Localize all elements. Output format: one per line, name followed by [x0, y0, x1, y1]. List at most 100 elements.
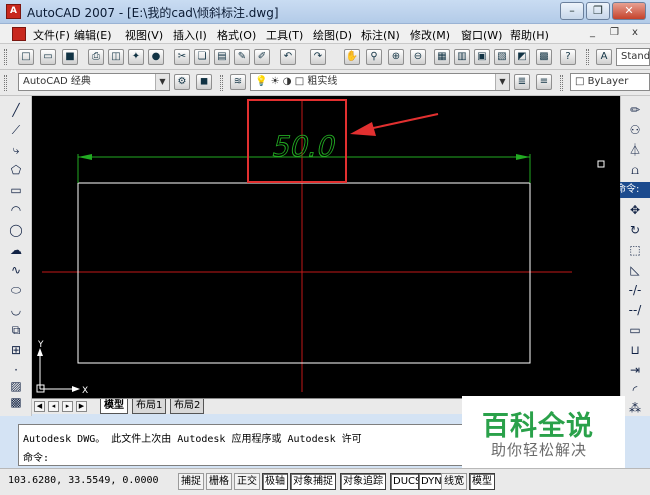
- mdi-restore-button[interactable]: ❐: [610, 27, 619, 38]
- print-preview-icon[interactable]: ◫: [108, 49, 124, 65]
- toolbar-grip[interactable]: [220, 75, 223, 91]
- stretch-icon[interactable]: ◺: [627, 262, 643, 278]
- autocad-app-icon[interactable]: A: [6, 4, 21, 19]
- workspace-save-icon[interactable]: ◼: [196, 74, 212, 90]
- point-icon[interactable]: ·: [8, 362, 24, 378]
- match-properties-icon[interactable]: ✎: [234, 49, 250, 65]
- open-file-icon[interactable]: ▭: [40, 49, 56, 65]
- offset-icon[interactable]: ⩍: [627, 162, 643, 178]
- mdi-close-button[interactable]: x: [632, 27, 638, 38]
- help-icon[interactable]: ?: [560, 49, 576, 65]
- chamfer-icon[interactable]: ⇥: [627, 362, 643, 378]
- line-icon[interactable]: ╱: [8, 102, 24, 118]
- menu-edit[interactable]: 编辑(E): [74, 27, 112, 43]
- trim-icon[interactable]: -/-: [627, 282, 643, 298]
- hatch-icon[interactable]: ▨: [8, 378, 24, 394]
- construction-line-icon[interactable]: ⟋: [8, 122, 24, 138]
- polar-toggle[interactable]: 极轴: [262, 473, 288, 490]
- scale-icon[interactable]: ⬚: [627, 242, 643, 258]
- zoom-window-icon[interactable]: ⊕: [388, 49, 404, 65]
- tool-palettes-icon[interactable]: ▣: [474, 49, 490, 65]
- layer-manager-icon[interactable]: ≋: [230, 74, 246, 90]
- menu-draw[interactable]: 绘图(D): [313, 27, 352, 43]
- minimize-button[interactable]: –: [560, 2, 584, 20]
- snap-toggle[interactable]: 捕捉: [178, 473, 204, 490]
- 3d-dwf-icon[interactable]: ●: [148, 49, 164, 65]
- new-file-icon[interactable]: □: [18, 49, 34, 65]
- undo-icon[interactable]: ↶: [280, 49, 296, 65]
- workspace-settings-icon[interactable]: ⚙: [174, 74, 190, 90]
- explode-icon[interactable]: ⁂: [627, 400, 643, 416]
- coordinate-readout[interactable]: 103.6280, 33.5549, 0.0000: [8, 475, 159, 486]
- menu-tools[interactable]: 工具(T): [266, 27, 303, 43]
- dimension-text[interactable]: 50.0: [269, 130, 340, 163]
- toolbar-grip[interactable]: [586, 49, 589, 65]
- mdi-minimize-button[interactable]: _: [590, 27, 595, 38]
- zoom-realtime-icon[interactable]: ⚲: [366, 49, 382, 65]
- tab-model[interactable]: 模型: [100, 399, 128, 414]
- extend-icon[interactable]: --/: [627, 302, 643, 318]
- ortho-toggle[interactable]: 正交: [234, 473, 260, 490]
- redo-icon[interactable]: ↷: [310, 49, 326, 65]
- make-object-layer-current-icon[interactable]: ≣: [514, 74, 530, 90]
- join-icon[interactable]: ⊔: [627, 342, 643, 358]
- previous-tab-button[interactable]: ◂: [48, 401, 59, 412]
- polyline-icon[interactable]: ⤷: [8, 142, 24, 158]
- part-outline[interactable]: [77, 182, 531, 364]
- grid-toggle[interactable]: 栅格: [206, 473, 232, 490]
- otrack-toggle[interactable]: 对象追踪: [340, 473, 386, 490]
- menu-help[interactable]: 帮助(H): [510, 27, 549, 43]
- polygon-icon[interactable]: ⬠: [8, 162, 24, 178]
- command-window[interactable]: Autodesk DWG。 此文件上次由 Autodesk 应用程序或 Auto…: [18, 424, 472, 466]
- layer-select[interactable]: 💡 ☀ ◑ □ 粗实线 ▼: [250, 73, 510, 91]
- lineweight-toggle[interactable]: 线宽: [441, 473, 467, 490]
- mirror-icon[interactable]: ⏃: [627, 142, 643, 158]
- insert-block-icon[interactable]: ⧉: [8, 322, 24, 338]
- menu-window[interactable]: 窗口(W): [461, 27, 502, 43]
- toolbar-grip[interactable]: [4, 75, 7, 91]
- calculator-icon[interactable]: ▩: [536, 49, 552, 65]
- arc-icon[interactable]: ◠: [8, 202, 24, 218]
- color-control-select[interactable]: □ ByLayer: [570, 73, 650, 91]
- publish-icon[interactable]: ✦: [128, 49, 144, 65]
- erase-icon[interactable]: ✏: [627, 102, 643, 118]
- block-editor-icon[interactable]: ✐: [254, 49, 270, 65]
- menu-modify[interactable]: 修改(M): [410, 27, 450, 43]
- document-icon[interactable]: [12, 27, 26, 41]
- chevron-down-icon[interactable]: ▼: [155, 74, 169, 90]
- paste-icon[interactable]: ▤: [214, 49, 230, 65]
- text-style-select[interactable]: Stand: [616, 48, 650, 66]
- ellipse-icon[interactable]: ⬭: [8, 282, 24, 298]
- close-button[interactable]: ✕: [612, 2, 646, 20]
- restore-button[interactable]: ❐: [586, 2, 610, 20]
- fillet-icon[interactable]: ◜: [627, 382, 643, 398]
- markup-icon[interactable]: ◩: [514, 49, 530, 65]
- sheet-set-icon[interactable]: ▧: [494, 49, 510, 65]
- text-style-icon[interactable]: A: [596, 49, 612, 65]
- cut-icon[interactable]: ✂: [174, 49, 190, 65]
- tab-layout2[interactable]: 布局2: [170, 399, 205, 414]
- layer-previous-icon[interactable]: ≡: [536, 74, 552, 90]
- pan-icon[interactable]: ✋: [344, 49, 360, 65]
- rotate-icon[interactable]: ↻: [627, 222, 643, 238]
- menu-view[interactable]: 视图(V): [125, 27, 163, 43]
- properties-icon[interactable]: ▦: [434, 49, 450, 65]
- save-icon[interactable]: ■: [62, 49, 78, 65]
- tab-layout1[interactable]: 布局1: [132, 399, 167, 414]
- menu-file[interactable]: 文件(F): [33, 27, 70, 43]
- circle-icon[interactable]: ◯: [8, 222, 24, 238]
- chevron-down-icon[interactable]: ▼: [495, 74, 509, 90]
- rectangle-icon[interactable]: ▭: [8, 182, 24, 198]
- menu-format[interactable]: 格式(O): [217, 27, 256, 43]
- zoom-previous-icon[interactable]: ⊖: [410, 49, 426, 65]
- toolbar-grip[interactable]: [4, 49, 7, 65]
- drawing-canvas[interactable]: 50.0 Y X: [32, 96, 620, 398]
- ellipse-arc-icon[interactable]: ◡: [8, 302, 24, 318]
- menu-insert[interactable]: 插入(I): [173, 27, 207, 43]
- model-toggle[interactable]: 模型: [469, 473, 495, 490]
- grip-square[interactable]: [597, 160, 605, 168]
- next-tab-button[interactable]: ▸: [62, 401, 73, 412]
- last-tab-button[interactable]: ▶: [76, 401, 87, 412]
- print-icon[interactable]: ⎙: [88, 49, 104, 65]
- revision-cloud-icon[interactable]: ☁: [8, 242, 24, 258]
